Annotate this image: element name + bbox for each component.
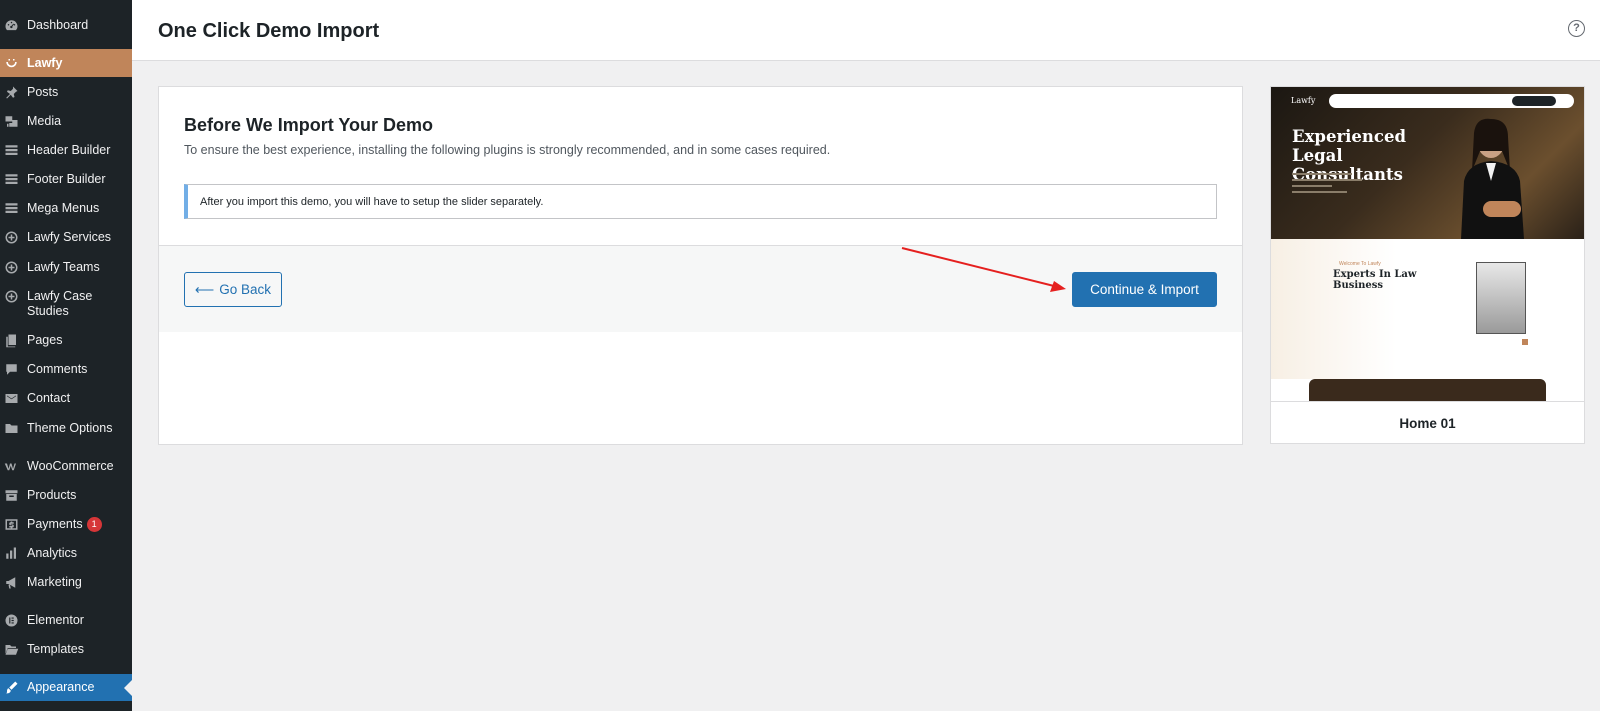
- card-title: Before We Import Your Demo: [184, 115, 434, 135]
- dashboard-icon: [0, 18, 27, 33]
- comment-icon: [0, 362, 27, 377]
- sidebar-item-marketing[interactable]: Marketing: [0, 575, 132, 590]
- sidebar-item-label: Appearance: [27, 680, 95, 694]
- archive-icon: [0, 488, 27, 503]
- media-icon: [0, 114, 27, 129]
- sidebar-item-label: Lawfy Teams: [27, 260, 100, 274]
- preview-nav: [1329, 94, 1574, 108]
- sidebar-item-woocommerce[interactable]: WooCommerce: [0, 459, 132, 474]
- page-header: One Click Demo Import ?: [132, 0, 1600, 61]
- plus-circle-icon: [0, 289, 27, 304]
- sidebar-item-elementor[interactable]: Elementor: [0, 613, 132, 628]
- folder-open-icon: [0, 642, 27, 657]
- sidebar-item-payments[interactable]: Payments 1: [0, 517, 132, 532]
- elementor-icon: [0, 613, 27, 628]
- mail-icon: [0, 391, 27, 406]
- sidebar-item-label: Dashboard: [27, 18, 89, 32]
- menu-icon: [0, 172, 27, 187]
- continue-import-button[interactable]: Continue & Import: [1072, 272, 1217, 307]
- sidebar-item-mega-menus[interactable]: Mega Menus: [0, 201, 132, 216]
- sidebar-item-label: Mega Menus: [27, 201, 100, 215]
- sidebar-item-dashboard[interactable]: Dashboard: [0, 18, 132, 33]
- notice-text: After you import this demo, you will hav…: [200, 196, 544, 208]
- sidebar-item-label: Templates: [27, 642, 84, 656]
- menu-icon: [0, 201, 27, 216]
- megaphone-icon: [0, 575, 27, 590]
- go-back-label: Go Back: [219, 282, 272, 297]
- sidebar-item-label: Analytics: [27, 546, 78, 560]
- sidebar-item-label: Comments: [27, 362, 88, 376]
- lawfy-icon: [0, 56, 27, 71]
- preview-call-button: [1483, 201, 1521, 217]
- sidebar-item-label: Pages: [27, 333, 63, 347]
- sidebar-item-label: Lawfy: [27, 55, 63, 70]
- sidebar-item-media[interactable]: Media: [0, 114, 132, 129]
- preview-person-image: [1461, 118, 1524, 239]
- sidebar-item-label: Marketing: [27, 575, 82, 589]
- card-footer: ⟵ Go Back Continue & Import: [159, 245, 1242, 332]
- pages-icon: [0, 333, 27, 348]
- sidebar-item-label: Lawfy Services: [27, 230, 112, 244]
- sidebar-item-posts[interactable]: Posts: [0, 85, 132, 100]
- preview-lawyer-photo: [1476, 262, 1526, 334]
- preview-hero: Lawfy Experienced Legal Consultants: [1271, 87, 1584, 239]
- preview-section-eyebrow: Welcome To Lawfy: [1339, 261, 1381, 267]
- sidebar-item-contact[interactable]: Contact: [0, 391, 132, 406]
- page-title: One Click Demo Import: [158, 20, 380, 42]
- sidebar-item-pages[interactable]: Pages: [0, 333, 132, 348]
- plus-circle-icon: [0, 260, 27, 275]
- plus-circle-icon: [0, 230, 27, 245]
- sidebar-item-lawfy-teams[interactable]: Lawfy Teams: [0, 260, 132, 275]
- sidebar-item-label: Header Builder: [27, 143, 111, 157]
- pin-icon: [0, 85, 27, 100]
- go-back-button[interactable]: ⟵ Go Back: [184, 272, 282, 307]
- sidebar-item-label: Elementor: [27, 613, 84, 627]
- sidebar-item-products[interactable]: Products: [0, 488, 132, 503]
- preview-hero-lines: [1292, 173, 1362, 197]
- sidebar-item-label: WooCommerce: [27, 459, 114, 473]
- sidebar-item-label: Theme Options: [27, 421, 113, 435]
- help-icon[interactable]: ?: [1568, 20, 1585, 37]
- sidebar-item-label: Payments: [27, 517, 83, 531]
- preview-nav-button: [1512, 96, 1556, 106]
- card-description: To ensure the best experience, installin…: [184, 143, 831, 157]
- chart-icon: [0, 546, 27, 561]
- sidebar-item-label: Posts: [27, 85, 59, 99]
- woo-icon: [0, 459, 27, 474]
- sidebar-item-header-builder[interactable]: Header Builder: [0, 143, 132, 158]
- demo-preview-card[interactable]: Lawfy Experienced Legal Consultants Welc…: [1270, 86, 1585, 444]
- sidebar-item-label: Media: [27, 114, 62, 128]
- notification-badge: 1: [86, 517, 102, 532]
- sidebar-item-label: Contact: [27, 391, 71, 405]
- sidebar-item-footer-builder[interactable]: Footer Builder: [0, 172, 132, 187]
- dollar-icon: [0, 517, 27, 532]
- menu-icon: [0, 143, 27, 158]
- sidebar-item-theme-options[interactable]: Theme Options: [0, 421, 132, 436]
- sidebar-item-templates[interactable]: Templates: [0, 642, 132, 657]
- preview-logo: Lawfy: [1291, 96, 1316, 105]
- sidebar-item-lawfy-services[interactable]: Lawfy Services: [0, 230, 132, 245]
- brush-icon: [0, 680, 27, 695]
- admin-sidebar: Dashboard Lawfy Posts Media Header Build…: [0, 0, 132, 711]
- demo-preview-image: Lawfy Experienced Legal Consultants Welc…: [1271, 87, 1584, 401]
- arrow-left-icon: ⟵: [194, 281, 215, 297]
- demo-name-label: Home 01: [1271, 401, 1584, 443]
- preview-section: Welcome To Lawfy Experts In Law Business: [1271, 239, 1584, 379]
- sidebar-item-analytics[interactable]: Analytics: [0, 546, 132, 561]
- sidebar-item-lawfy-case-studies[interactable]: Lawfy Case Studies: [0, 289, 132, 319]
- preview-section-title: Experts In Law Business: [1333, 269, 1417, 291]
- folder-icon: [0, 421, 27, 436]
- sidebar-item-label: Footer Builder: [27, 172, 106, 186]
- sidebar-item-label: Products: [27, 488, 77, 502]
- preview-bottom-section: [1309, 379, 1546, 401]
- sidebar-item-lawfy[interactable]: Lawfy: [0, 49, 132, 77]
- sidebar-item-label: Lawfy Case Studies: [27, 289, 93, 318]
- sidebar-item-comments[interactable]: Comments: [0, 362, 132, 377]
- sidebar-item-appearance[interactable]: Appearance: [0, 674, 132, 701]
- preview-accent-square: [1522, 339, 1528, 345]
- import-card: Before We Import Your Demo To ensure the…: [158, 86, 1243, 445]
- info-notice: After you import this demo, you will hav…: [184, 184, 1217, 219]
